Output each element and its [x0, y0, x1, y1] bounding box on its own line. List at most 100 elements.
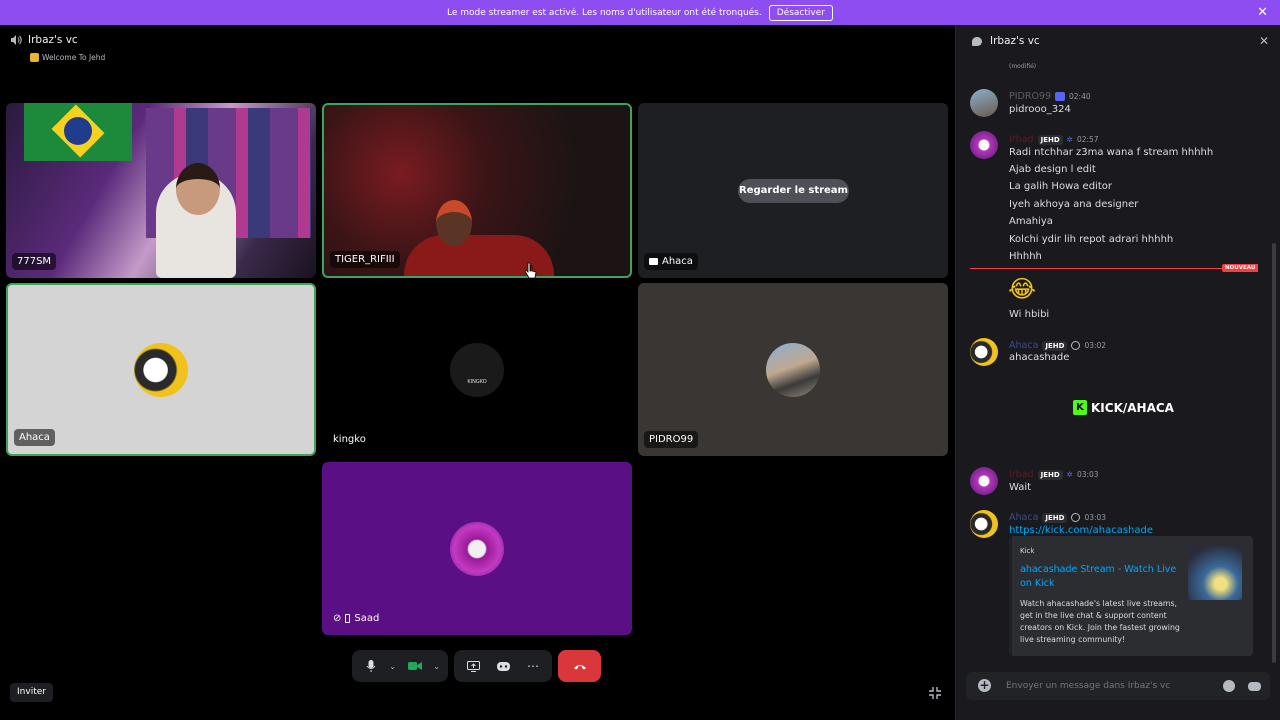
video-tile-tiger-rifiii[interactable]: TIGER_RIFIII [322, 103, 632, 278]
streamer-head [176, 163, 220, 215]
message-text: Amahiya [1009, 216, 1053, 227]
avatar [134, 342, 188, 397]
avatar: KINGKO [450, 342, 504, 397]
close-chat-icon[interactable]: ✕ [1259, 34, 1269, 48]
avatar[interactable] [970, 467, 998, 495]
streamer-head [436, 200, 472, 246]
mouse-cursor-icon [524, 262, 537, 279]
video-tile-ahaca[interactable]: Аhаса [6, 283, 316, 456]
kick-logo-icon: K [1073, 400, 1087, 415]
username[interactable]: Аhаса [1009, 340, 1038, 351]
avatar[interactable] [970, 338, 998, 366]
username[interactable]: Аhаса [1009, 512, 1038, 523]
guild-tag: JEHD [1037, 469, 1063, 480]
tile-name-label: PIDRO99 [644, 431, 699, 448]
disable-streamer-mode-button[interactable]: Désactiver [768, 4, 833, 21]
tile-name-label: ⊘ Saad [333, 613, 380, 624]
mic-camera-group: ⌄ ⌄ [352, 650, 448, 682]
chat-header: Irbaz's vc ✕ [956, 25, 1280, 57]
tile-name-label: Аhаса [644, 253, 698, 270]
gamepad-icon[interactable] [1248, 682, 1261, 691]
embed-title[interactable]: ahacashade Stream - Watch Live on Kick [1020, 563, 1180, 591]
embed-description: Watch ahacashade's latest live streams, … [1020, 599, 1180, 644]
avatar-logo-text: KINGKO [467, 378, 487, 385]
voice-channel-header: Irbaz's vc [10, 34, 78, 46]
mic-options-chevron-icon[interactable]: ⌄ [389, 662, 396, 671]
username[interactable]: PIDRO99 [1009, 91, 1051, 102]
video-stage: Irbaz's vc Welcome To Jehd 777SM TIGER_R… [0, 25, 955, 720]
role-icon [1071, 341, 1081, 350]
new-messages-label: NOUVEAU [1222, 264, 1259, 272]
muted-mic-icon: ⊘ [333, 613, 342, 624]
more-options-icon[interactable]: ⋯ [522, 655, 544, 677]
mobile-icon [345, 614, 351, 623]
message-text: Wait [1009, 482, 1032, 493]
voice-channel-name: Irbaz's vc [28, 34, 78, 46]
video-tile-777sm[interactable]: 777SM [6, 103, 316, 278]
tile-name-label: TIGER_RIFIII [330, 251, 400, 268]
camera-options-chevron-icon[interactable]: ⌄ [433, 662, 440, 671]
message-input[interactable] [1006, 678, 1216, 694]
edited-label: (modifié) [1009, 63, 1037, 70]
message-text: Radi ntchhar z3ma wana f stream hhhhh [1009, 147, 1214, 158]
message-meta: Irbad JEHD ✲ 02:57 [1009, 134, 1099, 145]
activities-gamepad-icon[interactable] [492, 655, 514, 677]
chat-title: Irbaz's vc [990, 35, 1040, 47]
status-emoji-icon [30, 53, 39, 62]
message-text: Hhhhh [1009, 251, 1042, 262]
avatar[interactable] [970, 131, 998, 159]
username[interactable]: Irbad [1009, 469, 1034, 480]
message-link[interactable]: https://kick.com/ahacashade [1009, 525, 1153, 536]
username[interactable]: Irbad [1009, 134, 1034, 145]
exit-fullscreen-icon[interactable] [928, 685, 942, 699]
timestamp: 02:57 [1076, 135, 1099, 144]
kick-image-attachment[interactable]: K KICK/AHACA [1073, 400, 1174, 415]
screen-share-icon[interactable] [462, 655, 484, 677]
kick-image-text: KICK/AHACA [1091, 400, 1174, 415]
badge-icon: ✲ [1066, 135, 1073, 144]
timestamp: 02:40 [1069, 92, 1091, 101]
embed-thumbnail[interactable] [1188, 546, 1242, 600]
embed-provider: Kick [1020, 547, 1035, 555]
guild-tag: JEHD [1042, 340, 1068, 351]
message-meta: Irbad JEHD ✲ 03:03 [1009, 469, 1099, 480]
video-tile-ahaca-stream[interactable]: Regarder le stream Аhаса [638, 103, 948, 278]
role-icon [1055, 92, 1066, 101]
timestamp: 03:03 [1076, 470, 1099, 479]
avatar[interactable] [970, 89, 998, 117]
voice-status: Welcome To Jehd [30, 53, 105, 62]
speaker-icon [11, 35, 22, 45]
tile-name-label: kingko [333, 434, 366, 445]
emoji-message: 😂 [1008, 275, 1037, 303]
avatar [766, 342, 820, 397]
avatar[interactable] [970, 510, 998, 538]
streamer-mode-banner: Le mode streamer est activé. Les noms d'… [0, 0, 1280, 25]
microphone-icon[interactable] [360, 655, 381, 677]
invite-button[interactable]: Inviter [10, 683, 53, 702]
new-messages-divider [970, 268, 1222, 269]
camera-icon[interactable] [404, 655, 425, 677]
role-icon [1071, 513, 1081, 522]
add-attachment-icon[interactable]: + [978, 679, 991, 692]
activities-group: ⋯ [454, 650, 552, 682]
message-text: Kolchi ydir lih repot adrari hhhhh [1009, 234, 1174, 245]
banner-close-icon[interactable]: ✕ [1257, 5, 1268, 20]
message-text: Ajab design l edit [1009, 164, 1096, 175]
guild-tag: JEHD [1037, 134, 1063, 145]
message-text: pidrooo_324 [1009, 104, 1071, 115]
message-text: ahacashade [1009, 352, 1070, 363]
guild-tag: JEHD [1042, 512, 1068, 523]
emoji-picker-icon[interactable] [1223, 680, 1235, 692]
video-tile-kingko[interactable]: KINGKO kingko [322, 283, 632, 456]
tile-name-label: 777SM [12, 253, 57, 270]
link-embed: Kick ahacashade Stream - Watch Live on K… [1009, 536, 1253, 656]
video-tile-saad[interactable]: ⊘ Saad [322, 462, 632, 635]
hang-up-icon [573, 664, 586, 669]
scrollbar[interactable] [1272, 243, 1276, 663]
disconnect-button[interactable] [558, 650, 601, 682]
message-meta: Аhаса JEHD 03:02 [1009, 340, 1106, 351]
message-text: La galih Howa editor [1009, 181, 1112, 192]
video-tile-pidro99[interactable]: PIDRO99 [638, 283, 948, 456]
brazil-flag [24, 103, 132, 161]
watch-stream-button[interactable]: Regarder le stream [738, 179, 849, 203]
